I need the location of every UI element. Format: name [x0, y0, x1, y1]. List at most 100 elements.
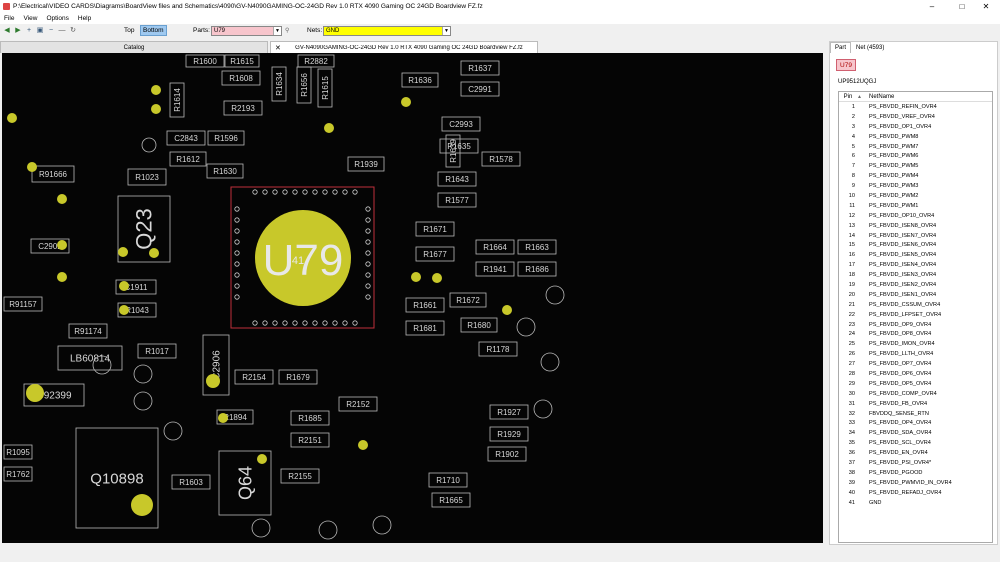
component[interactable]: R1023 — [127, 168, 167, 186]
gnd-pad[interactable] — [118, 247, 128, 257]
table-row[interactable]: 23 PS_FBVDD_OP9_OVR4 — [839, 320, 992, 330]
gnd-pad[interactable] — [218, 413, 228, 423]
component[interactable]: R1929 — [489, 426, 529, 442]
gnd-pad[interactable] — [432, 273, 442, 283]
search-part-icon[interactable]: ⚲ — [285, 27, 293, 35]
component[interactable]: R1639 — [445, 134, 461, 168]
u79-pin[interactable] — [272, 189, 278, 195]
via-pad[interactable] — [545, 285, 565, 305]
table-row[interactable]: 28 PS_FBVDD_OP6_OVR4 — [839, 369, 992, 379]
menu-view[interactable]: View — [23, 15, 37, 22]
component[interactable]: R1680 — [460, 317, 498, 333]
table-row[interactable]: 30 PS_FBVDD_COMP_OVR4 — [839, 389, 992, 399]
u79-pin[interactable] — [234, 272, 240, 278]
u79-pin[interactable] — [365, 206, 371, 212]
component[interactable]: R1927 — [489, 404, 529, 420]
component[interactable]: R1661 — [405, 297, 445, 313]
table-row[interactable]: 29 PS_FBVDD_OP5_OVR4 — [839, 379, 992, 389]
via-pad[interactable] — [251, 518, 271, 538]
u79-pin[interactable] — [234, 217, 240, 223]
table-row[interactable]: 34 PS_FBVDD_SDA_OVR4 — [839, 428, 992, 438]
u79-pin[interactable] — [302, 189, 308, 195]
u79-pin[interactable] — [365, 228, 371, 234]
gnd-pad[interactable] — [131, 494, 153, 516]
table-row[interactable]: 8 PS_FBVDD_PWM4 — [839, 171, 992, 181]
via-pad[interactable] — [318, 520, 338, 540]
component[interactable]: R1608 — [221, 70, 261, 86]
u79-pin[interactable] — [262, 189, 268, 195]
minimize-icon[interactable]: – — [918, 0, 946, 12]
u79-pin[interactable] — [365, 283, 371, 289]
table-row[interactable]: 33 PS_FBVDD_OP4_OVR4 — [839, 419, 992, 429]
u79-pin[interactable] — [234, 239, 240, 245]
chevron-down-icon[interactable]: ▼ — [442, 27, 450, 35]
board-view-canvas[interactable]: R1600 R1615 R2882 R1637 R1608 R1636 C2991 R1634… — [2, 53, 823, 543]
gnd-pad[interactable] — [57, 194, 67, 204]
u79-pin[interactable] — [234, 206, 240, 212]
gnd-pad[interactable] — [502, 305, 512, 315]
table-row[interactable]: 14 PS_FBVDD_ISEN7_OVR4 — [839, 231, 992, 241]
zoom-out-icon[interactable]: − — [47, 27, 55, 35]
gnd-pad[interactable] — [206, 374, 220, 388]
table-row[interactable]: 39 PS_FBVDD_PWMVID_IN_OVR4 — [839, 478, 992, 488]
table-row[interactable]: 22 PS_FBVDD_LFPSET_OVR4 — [839, 310, 992, 320]
component[interactable]: C2991 — [460, 81, 500, 97]
u79-pin[interactable] — [365, 217, 371, 223]
u79-pin[interactable] — [302, 320, 308, 326]
table-row[interactable]: 21 PS_FBVDD_CSSUM_OVR4 — [839, 300, 992, 310]
u79-pin[interactable] — [365, 294, 371, 300]
close-icon[interactable]: ✕ — [972, 0, 1000, 12]
u79-pin[interactable] — [322, 189, 328, 195]
component[interactable]: R1656 — [296, 66, 312, 104]
table-row[interactable]: 19 PS_FBVDD_ISEN2_OVR4 — [839, 280, 992, 290]
via-pad[interactable] — [516, 317, 536, 337]
via-pad[interactable] — [141, 137, 157, 153]
component[interactable]: LB60814 — [57, 345, 123, 371]
nets-combo[interactable]: GND ▼ — [323, 26, 451, 36]
gnd-pad[interactable] — [411, 272, 421, 282]
component[interactable]: R1017 — [137, 343, 177, 359]
component[interactable]: R1679 — [278, 369, 318, 385]
u79-pin[interactable] — [234, 283, 240, 289]
component[interactable]: R1178 — [478, 341, 518, 357]
component[interactable]: R1636 — [401, 72, 439, 88]
u79-pin[interactable] — [352, 320, 358, 326]
u79-pin[interactable] — [234, 250, 240, 256]
table-row[interactable]: 10 PS_FBVDD_PWM2 — [839, 191, 992, 201]
u79-pin[interactable] — [272, 320, 278, 326]
gnd-pad[interactable] — [119, 305, 129, 315]
table-row[interactable]: 26 PS_FBVDD_LLTH_OVR4 — [839, 349, 992, 359]
gnd-pad[interactable] — [257, 454, 267, 464]
component[interactable]: R1600 — [185, 54, 225, 68]
table-row[interactable]: 36 PS_FBVDD_EN_OVR4 — [839, 448, 992, 458]
tab-net[interactable]: Net (4593) — [852, 42, 888, 53]
gnd-pad[interactable] — [324, 123, 334, 133]
u79-pin[interactable] — [365, 261, 371, 267]
u79-pin[interactable] — [234, 228, 240, 234]
u79-pin[interactable] — [312, 189, 318, 195]
u79-pin[interactable] — [352, 189, 358, 195]
menu-options[interactable]: Options — [46, 15, 68, 22]
component[interactable]: R1643 — [437, 171, 477, 187]
table-row[interactable]: 31 PS_FBVDD_FB_OVR4 — [839, 399, 992, 409]
u79-pin[interactable] — [252, 189, 258, 195]
component[interactable]: C2843 — [166, 130, 206, 146]
u79-pin[interactable] — [282, 189, 288, 195]
gnd-pad[interactable] — [119, 281, 129, 291]
component[interactable]: R1664 — [475, 239, 515, 255]
tab-close-icon[interactable]: ✕ — [275, 44, 281, 52]
u79-pin[interactable] — [262, 320, 268, 326]
table-row[interactable]: 37 PS_FBVDD_PSI_OVR4* — [839, 458, 992, 468]
top-side-button[interactable]: Top — [124, 27, 134, 34]
u79-pin[interactable] — [292, 189, 298, 195]
forward-icon[interactable]: ▶ — [14, 27, 22, 35]
component[interactable]: R1095 — [3, 444, 33, 460]
gnd-pad[interactable] — [151, 104, 161, 114]
menu-help[interactable]: Help — [78, 15, 91, 22]
u79-pin[interactable] — [365, 239, 371, 245]
gnd-pad[interactable] — [149, 248, 159, 258]
via-pad[interactable] — [540, 352, 560, 372]
u79-pin[interactable] — [342, 189, 348, 195]
parts-combo[interactable]: U79 ▼ — [211, 26, 282, 36]
fit-icon[interactable]: ▣ — [36, 27, 44, 35]
